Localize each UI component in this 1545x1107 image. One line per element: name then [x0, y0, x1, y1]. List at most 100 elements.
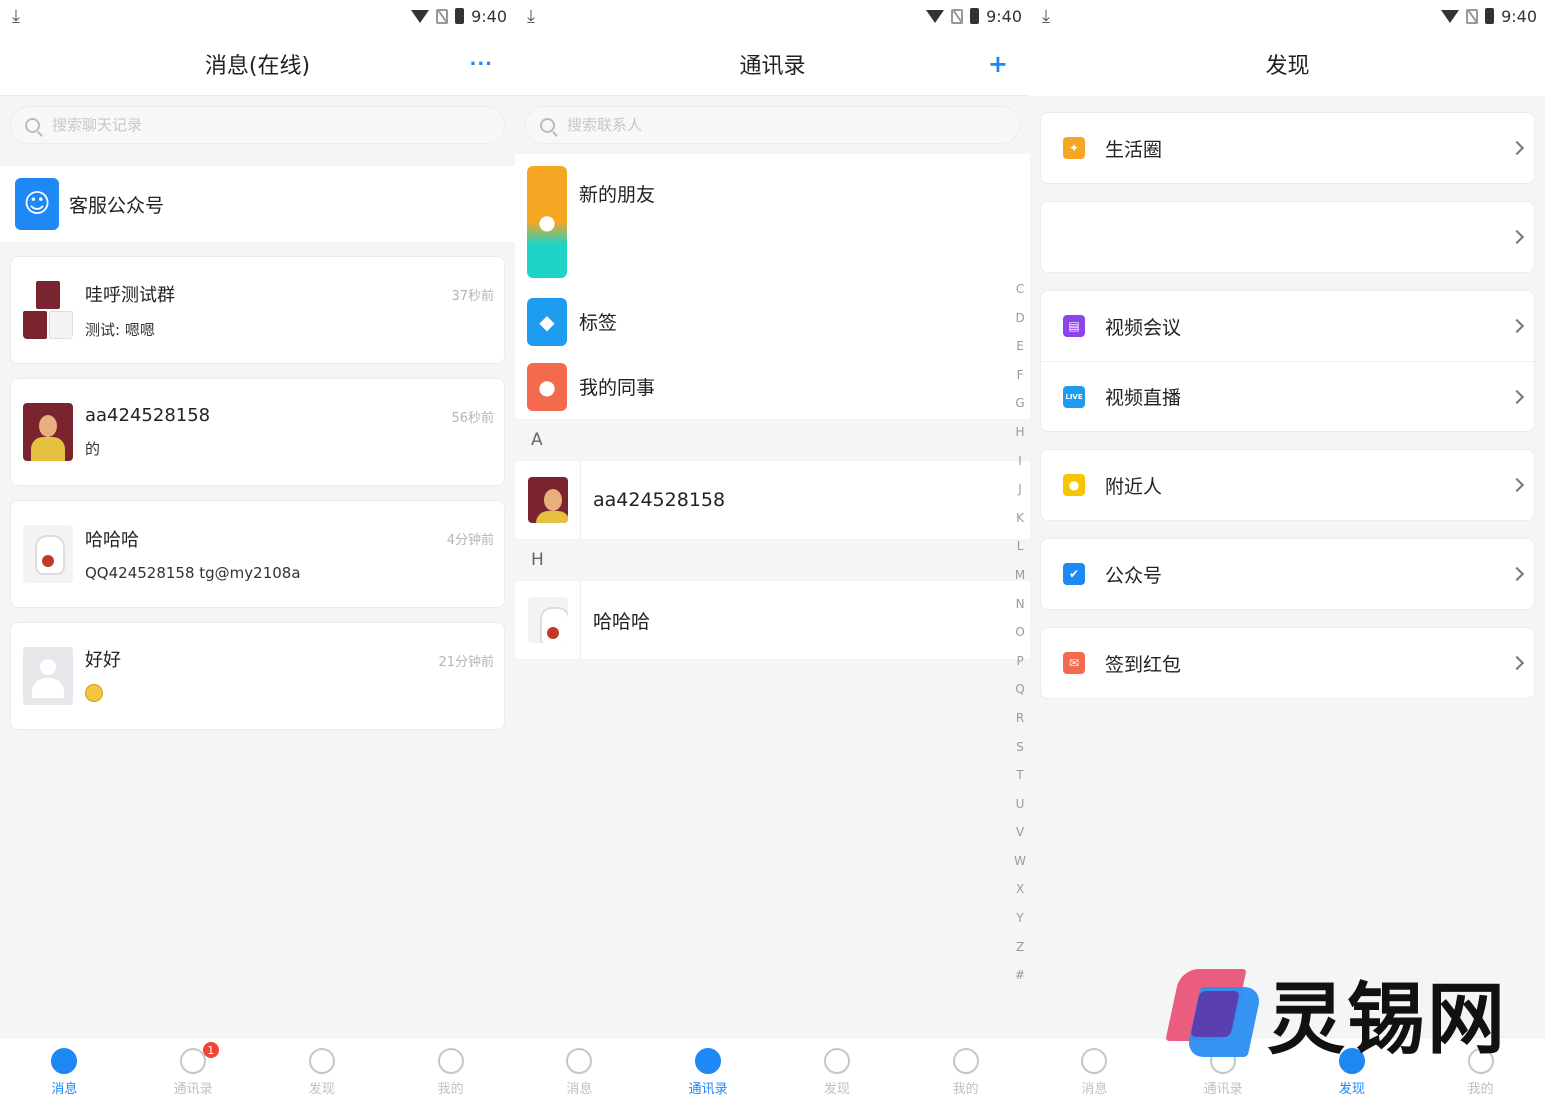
alphabet-letter[interactable]: S [1016, 733, 1024, 762]
alphabet-letter[interactable]: V [1016, 818, 1024, 847]
alphabet-letter[interactable]: U [1016, 790, 1025, 819]
verified-badge-icon: ✔ [1063, 563, 1085, 585]
no-sim-icon [951, 8, 964, 24]
watermark: 灵锡网 [1165, 957, 1507, 1069]
section-header: H [515, 539, 1030, 581]
chat-item[interactable]: 哈哈哈 QQ424528158 tg@my2108a 4分钟前 [10, 500, 505, 608]
discover-list: ✦ 生活圈 ▤ 视频会议 LIVE 视频直播 ● 附近人 ✔ 公众号 ✉ 签到红包 [1030, 96, 1545, 699]
alphabet-letter[interactable]: X [1016, 875, 1024, 904]
chat-time: 56秒前 [451, 411, 494, 426]
alphabet-letter[interactable]: C [1016, 275, 1024, 304]
colleagues-row[interactable]: ● 我的同事 [515, 354, 1030, 419]
laughing-emoji-icon [85, 684, 103, 702]
chevron-right-icon [1509, 318, 1525, 334]
chat-time: 4分钟前 [446, 533, 494, 548]
discover-group: ✦ 生活圈 [1040, 112, 1535, 184]
alphabet-letter[interactable]: # [1015, 961, 1025, 990]
discover-item[interactable]: ● 附近人 [1041, 450, 1534, 520]
discover-item[interactable]: ✉ 签到红包 [1041, 628, 1534, 698]
chat-item[interactable]: aa424528158 的 56秒前 [10, 378, 505, 486]
chat-name: 哈哈哈 [85, 530, 139, 551]
alphabet-letter[interactable]: E [1016, 332, 1024, 361]
tab-label: 我的 [1467, 1082, 1494, 1097]
status-time: 9:40 [986, 6, 1022, 26]
discover-item-label: 生活圈 [1105, 138, 1163, 161]
chat-name: 哇呼测试群 [85, 284, 175, 306]
discover-item-label: 视频会议 [1105, 316, 1182, 339]
more-icon[interactable]: ··· [469, 53, 493, 74]
new-friends-row[interactable]: ● 新的朋友 [515, 154, 1030, 289]
tab-contacts[interactable]: 通讯录 1 [129, 1038, 258, 1107]
tab-messages[interactable]: 消息 [515, 1038, 644, 1107]
alphabet-letter[interactable]: K [1016, 504, 1024, 533]
page-title: 消息(在线) [204, 53, 311, 79]
discover-item-label: 附近人 [1105, 475, 1163, 498]
wifi-icon [411, 9, 430, 23]
discover-item[interactable]: ✦ 生活圈 [1041, 113, 1534, 183]
discover-icon [308, 1048, 335, 1074]
tab-me[interactable]: 我的 [386, 1038, 515, 1107]
alphabet-letter[interactable]: Y [1016, 904, 1023, 933]
alphabet-letter[interactable]: O [1015, 618, 1024, 647]
alphabet-letter[interactable]: M [1015, 561, 1025, 590]
discover-item-label: 视频直播 [1105, 387, 1182, 409]
chat-item[interactable]: 哇呼测试群 测试: 嗯嗯 37秒前 [10, 256, 505, 364]
service-account-row[interactable]: ☺ 客服公众号 [0, 166, 515, 242]
wifi-icon [1441, 9, 1460, 23]
watermark-text: 灵锡网 [1266, 975, 1507, 1065]
download-icon: ⤓ [12, 5, 20, 27]
chat-search-input[interactable] [52, 116, 452, 134]
add-contact-button[interactable]: + [988, 50, 1008, 78]
tab-messages[interactable]: 消息 [0, 1038, 129, 1107]
chat-search-bar[interactable] [10, 106, 505, 144]
alphabet-letter[interactable]: I [1018, 447, 1022, 476]
tab-discover[interactable]: 发现 [258, 1038, 387, 1107]
red-envelope-icon: ✉ [1063, 652, 1085, 674]
group-avatar [23, 281, 73, 339]
tab-me[interactable]: 我的 [901, 1038, 1030, 1107]
alphabet-letter[interactable]: L [1017, 532, 1024, 561]
alphabet-letter[interactable]: W [1014, 847, 1026, 876]
discover-item[interactable]: ▤ 视频会议 [1041, 291, 1534, 361]
contact-item[interactable]: aa424528158 [515, 461, 1030, 539]
alphabet-letter[interactable]: F [1017, 361, 1024, 390]
section-header: A [515, 419, 1030, 461]
battery-icon [1485, 8, 1495, 24]
avatar [23, 403, 73, 461]
alphabet-letter[interactable]: P [1016, 647, 1023, 676]
alphabet-letter[interactable]: J [1018, 475, 1022, 504]
discover-item[interactable]: ✔ 公众号 [1041, 539, 1534, 609]
tags-row[interactable]: ◆ 标签 [515, 289, 1030, 354]
tab-contacts[interactable]: 通讯录 [644, 1038, 773, 1107]
tab-messages[interactable]: 消息 [1030, 1038, 1159, 1107]
contact-search-bar[interactable] [525, 106, 1020, 144]
status-bar: ⤓ 9:40 [515, 0, 1030, 32]
alphabet-letter[interactable]: N [1016, 590, 1025, 619]
alphabet-letter[interactable]: Z [1016, 933, 1024, 962]
contact-search-input[interactable] [567, 116, 967, 134]
chevron-right-icon [1509, 477, 1525, 493]
no-sim-icon [436, 8, 449, 24]
alphabet-letter[interactable]: D [1015, 304, 1024, 333]
messages-header: 消息(在线) ··· [0, 32, 515, 96]
tab-discover[interactable]: 发现 [773, 1038, 902, 1107]
alphabet-index[interactable]: C D E F G H I J K L M N O P Q R S T U V W X Y Z # [1014, 275, 1026, 990]
tags-label: 标签 [579, 312, 618, 334]
page-title: 通讯录 [739, 53, 806, 79]
alphabet-letter[interactable]: Q [1015, 675, 1024, 704]
chat-preview: QQ424528158 tg@my2108a [85, 564, 301, 582]
alphabet-letter[interactable]: R [1016, 704, 1024, 733]
search-icon [540, 117, 555, 133]
chevron-right-icon [1509, 655, 1525, 671]
alphabet-letter[interactable]: G [1015, 389, 1024, 418]
alphabet-letter[interactable]: T [1016, 761, 1023, 790]
download-icon: ⤓ [527, 5, 535, 27]
contact-item[interactable]: 哈哈哈 [515, 581, 1030, 659]
alphabet-letter[interactable]: H [1016, 418, 1025, 447]
profile-icon [952, 1048, 979, 1074]
discover-item[interactable] [1041, 202, 1534, 272]
chat-item[interactable]: 好好 21分钟前 [10, 622, 505, 730]
discover-group: ✉ 签到红包 [1040, 627, 1535, 699]
discover-item[interactable]: LIVE 视频直播 [1041, 361, 1534, 431]
tag-icon: ◆ [527, 297, 567, 346]
